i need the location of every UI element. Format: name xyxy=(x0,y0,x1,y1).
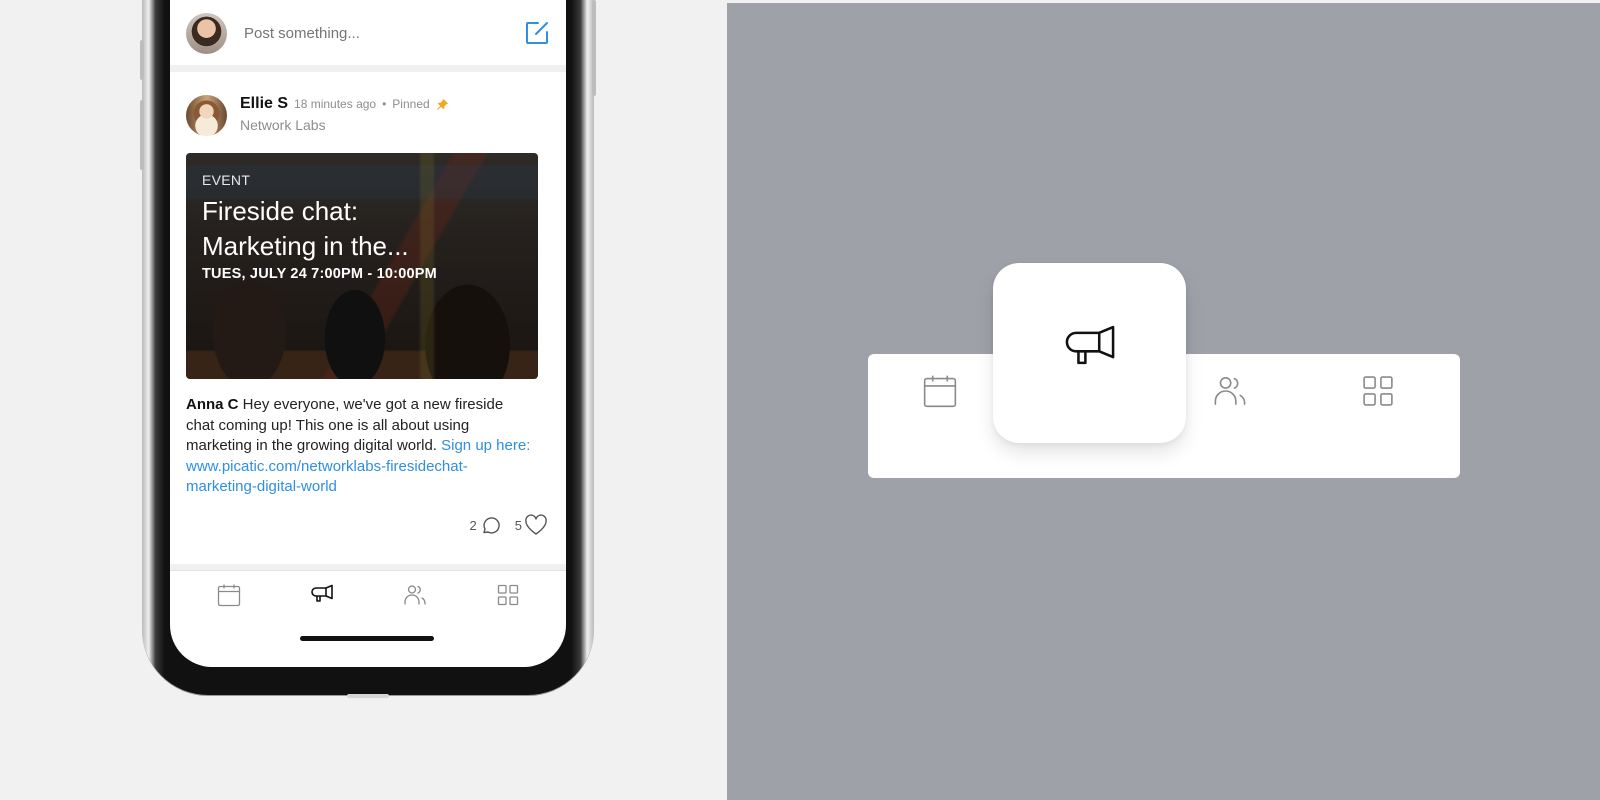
tab-people[interactable] xyxy=(395,580,435,610)
pinned-label: Pinned xyxy=(392,97,430,111)
section-divider xyxy=(170,65,566,72)
megaphone-icon xyxy=(1065,325,1114,365)
post-body: Anna C Hey everyone, we've got a new fir… xyxy=(186,395,531,498)
post-reactions: 2 5 xyxy=(470,514,548,536)
tabbar-detail-panel xyxy=(727,3,1600,800)
current-user-avatar[interactable] xyxy=(186,12,227,54)
event-title-line: Fireside chat: xyxy=(202,196,359,226)
grid-icon xyxy=(1363,376,1393,406)
post-input[interactable] xyxy=(244,24,524,42)
tab-events[interactable] xyxy=(209,580,249,610)
phone-side-button xyxy=(592,0,596,96)
meta-separator: • xyxy=(382,97,387,111)
event-card[interactable]: EVENT Fireside chat: Marketing in the...… xyxy=(186,153,538,379)
post-author[interactable]: Ellie S xyxy=(240,95,288,113)
author-avatar[interactable] xyxy=(186,95,227,136)
like-count: 5 xyxy=(514,517,522,533)
post-meta: Ellie S 18 minutes ago • Pinned Network … xyxy=(240,95,449,139)
users-icon xyxy=(1214,377,1246,405)
event-title: Fireside chat: Marketing in the... xyxy=(202,194,522,264)
post-time: 18 minutes ago xyxy=(294,97,377,111)
pin-icon xyxy=(436,98,448,110)
tabbar-divider xyxy=(170,564,566,571)
comment-icon xyxy=(483,517,500,534)
phone-screen: Ellie S 18 minutes ago • Pinned Network … xyxy=(170,0,566,667)
phone-side-button xyxy=(140,100,144,170)
tab-announcements[interactable] xyxy=(302,580,342,610)
mention[interactable]: Anna C xyxy=(186,396,239,413)
tab-more[interactable] xyxy=(488,580,528,610)
phone-mockup: Ellie S 18 minutes ago • Pinned Network … xyxy=(140,0,596,698)
event-date: TUES, JULY 24 7:00PM - 10:00PM xyxy=(202,266,437,282)
event-title-line: Marketing in the... xyxy=(202,231,409,261)
post-group[interactable]: Network Labs xyxy=(240,117,449,133)
calendar-icon xyxy=(217,584,240,606)
tab-more-zoomed[interactable] xyxy=(1358,371,1398,411)
comment-count: 2 xyxy=(469,517,477,533)
grid-icon xyxy=(497,584,518,605)
tab-announcements-active[interactable] xyxy=(993,263,1186,443)
tab-events-zoomed[interactable] xyxy=(920,371,960,411)
home-indicator xyxy=(300,636,434,641)
bottom-tab-bar xyxy=(170,572,566,617)
calendar-icon xyxy=(923,375,957,408)
phone-side-button xyxy=(140,40,144,80)
compose-icon[interactable] xyxy=(524,20,550,46)
like-button[interactable]: 5 xyxy=(515,514,548,536)
tab-people-zoomed[interactable] xyxy=(1210,371,1250,411)
comment-button[interactable]: 2 xyxy=(470,514,501,536)
event-tag: EVENT xyxy=(202,172,251,188)
post-header: Ellie S 18 minutes ago • Pinned Network … xyxy=(186,95,550,139)
users-icon xyxy=(403,584,426,605)
post-composer xyxy=(170,0,566,66)
heart-icon xyxy=(525,514,547,535)
megaphone-icon xyxy=(310,584,333,602)
